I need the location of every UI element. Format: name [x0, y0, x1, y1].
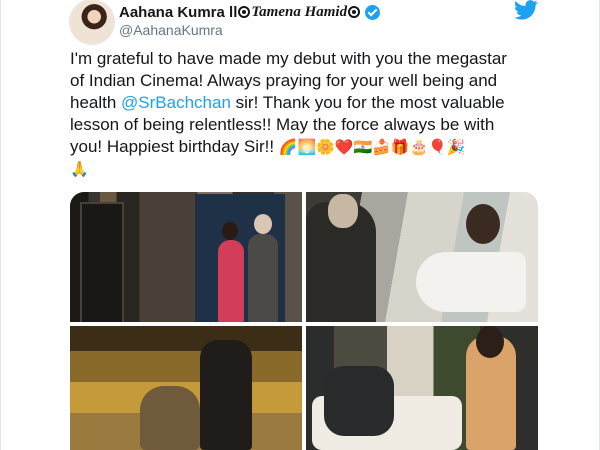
wheel-symbol-icon — [348, 6, 361, 18]
tweet-author[interactable]: Aahana Kumra ll Tamena Hamid — [119, 2, 381, 22]
woman-head — [222, 222, 238, 240]
display-name-alt[interactable]: Tamena Hamid — [251, 4, 347, 21]
woman-figure — [416, 252, 526, 312]
man-figure — [248, 234, 278, 322]
photo-night-bench[interactable] — [70, 326, 302, 450]
media-grid — [70, 192, 538, 450]
wheel-symbol-icon — [238, 6, 251, 18]
door-shape — [80, 202, 124, 322]
tweet-text: I'm grateful to have made my debut with … — [70, 48, 540, 180]
mention-link[interactable]: @SrBachchan — [121, 93, 231, 112]
tweet-line: lesson of being relentless!! May the for… — [70, 115, 495, 134]
tweet-text-fragment: you! Happiest birthday Sir!! — [70, 137, 279, 156]
emoji-sequence: 🙏 — [70, 160, 89, 178]
display-name[interactable]: Aahana Kumra ll — [119, 4, 237, 21]
woman-head — [476, 326, 504, 358]
woman-head — [466, 204, 500, 244]
man-figure — [324, 366, 394, 436]
man-figure — [200, 340, 252, 450]
tweet-line: of Indian Cinema! Always praying for you… — [70, 71, 498, 90]
avatar[interactable] — [70, 0, 114, 44]
tweet-line: health @SrBachchan sir! Thank you for th… — [70, 92, 540, 114]
twitter-bird-icon[interactable] — [514, 0, 538, 20]
emoji-sequence: 🌈🌅🌼❤️🇮🇳🍰🎁🎂🎈🎉 — [278, 138, 466, 156]
man-head — [254, 214, 272, 234]
photo-hospital-scene[interactable] — [306, 192, 538, 322]
photo-sofa-conversation[interactable] — [306, 326, 538, 450]
photo-hallway-couple[interactable] — [70, 192, 302, 322]
left-border — [0, 0, 1, 450]
man-head — [328, 194, 358, 228]
woman-figure — [218, 240, 244, 322]
tweet-text-fragment: health — [70, 93, 122, 112]
woman-figure — [140, 386, 200, 450]
verified-badge-icon — [365, 4, 381, 20]
tweet-text-fragment: sir! Thank you for the most valuable — [230, 93, 505, 112]
user-handle[interactable]: @AahanaKumra — [119, 22, 223, 38]
tweet-line: I'm grateful to have made my debut with … — [70, 49, 507, 68]
tweet-line: you! Happiest birthday Sir!! 🌈🌅🌼❤️🇮🇳🍰🎁🎂🎈… — [70, 136, 540, 158]
